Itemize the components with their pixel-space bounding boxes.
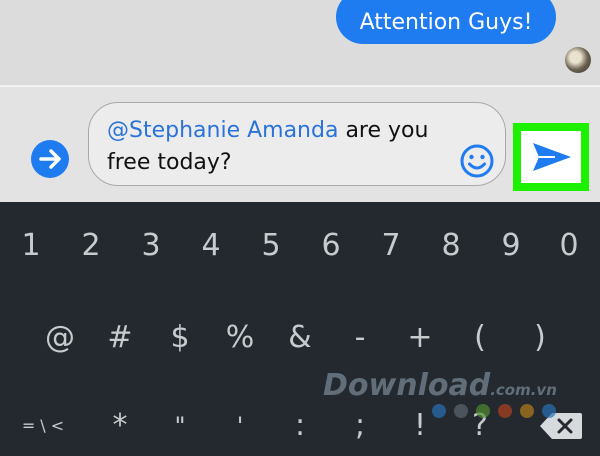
key-semicolon[interactable]: ; <box>330 396 390 456</box>
key-single-quote[interactable]: ' <box>210 396 270 456</box>
watermark-brand: Download <box>323 368 491 403</box>
keyboard-row-symbols: @ # $ % & - + ( ) <box>0 308 600 368</box>
key-open-paren[interactable]: ( <box>450 308 510 368</box>
key-at[interactable]: @ <box>30 308 90 368</box>
key-asterisk[interactable]: * <box>90 396 150 456</box>
outgoing-message-bubble[interactable]: Attention Guys! <box>336 0 556 44</box>
avatar[interactable] <box>565 47 591 73</box>
key-4[interactable]: 4 <box>181 216 241 276</box>
paper-plane-send-icon <box>533 143 571 171</box>
key-hash[interactable]: # <box>90 308 150 368</box>
key-1[interactable]: 1 <box>1 216 61 276</box>
outgoing-message-text: Attention Guys! <box>359 10 533 35</box>
key-6[interactable]: 6 <box>301 216 361 276</box>
key-0[interactable]: 0 <box>539 216 599 276</box>
key-8[interactable]: 8 <box>421 216 481 276</box>
message-composer: @Stephanie Amanda are you free today? <box>0 85 600 202</box>
watermark-dot <box>542 404 556 418</box>
arrow-right-icon <box>39 149 61 169</box>
key-5[interactable]: 5 <box>241 216 301 276</box>
key-percent[interactable]: % <box>210 308 270 368</box>
watermark-dot <box>432 404 446 418</box>
watermark-dot <box>476 404 490 418</box>
key-minus[interactable]: - <box>330 308 390 368</box>
key-double-quote[interactable]: " <box>150 396 210 456</box>
send-button[interactable] <box>521 131 581 183</box>
watermark-dot <box>498 404 512 418</box>
key-dollar[interactable]: $ <box>150 308 210 368</box>
smiley-icon <box>460 144 494 178</box>
watermark: Download.com.vn <box>323 368 593 403</box>
expand-actions-button[interactable] <box>31 140 69 178</box>
message-input-text: @Stephanie Amanda are you free today? <box>107 115 447 179</box>
watermark-dot <box>454 404 468 418</box>
send-button-highlight <box>513 123 589 191</box>
key-3[interactable]: 3 <box>121 216 181 276</box>
key-9[interactable]: 9 <box>481 216 541 276</box>
message-input[interactable]: @Stephanie Amanda are you free today? <box>88 102 506 186</box>
keyboard-row-more-symbols: = \ < * " ' : ; ! ? <box>0 396 600 456</box>
key-2[interactable]: 2 <box>61 216 121 276</box>
watermark-tld: .com.vn <box>490 381 557 399</box>
key-plus[interactable]: + <box>390 308 450 368</box>
key-more-symbols[interactable]: = \ < <box>13 396 73 456</box>
chat-area: Attention Guys! <box>0 0 600 85</box>
key-colon[interactable]: : <box>270 396 330 456</box>
mention-tag: @Stephanie Amanda <box>107 118 339 143</box>
emoji-button[interactable] <box>459 143 495 179</box>
key-ampersand[interactable]: & <box>270 308 330 368</box>
watermark-dot <box>520 404 534 418</box>
keyboard-row-numbers: 1 2 3 4 5 6 7 8 9 0 <box>0 216 600 276</box>
key-close-paren[interactable]: ) <box>510 308 570 368</box>
key-7[interactable]: 7 <box>361 216 421 276</box>
